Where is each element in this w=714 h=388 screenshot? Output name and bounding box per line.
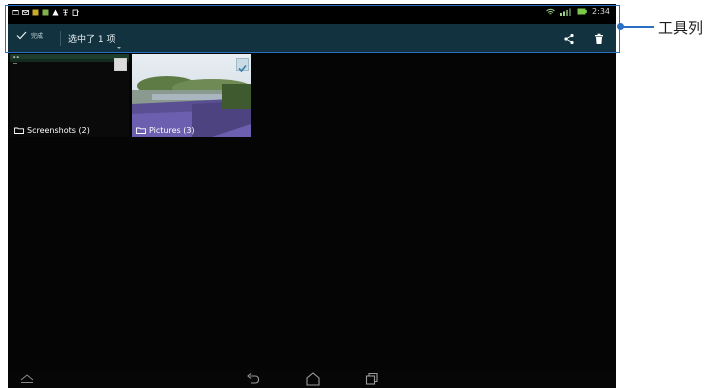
screenshots-thumbnail: ▪ ▪ (10, 54, 129, 137)
home-icon[interactable] (305, 372, 321, 386)
navigation-bar (8, 370, 616, 388)
checkmark-icon (238, 64, 247, 73)
album-checkbox[interactable] (114, 58, 127, 71)
up-arrow-icon[interactable] (20, 372, 34, 384)
callout-line (620, 26, 654, 28)
toolbar-callout-frame (5, 5, 620, 53)
tablet-screen: 2:34 完成 选中了 1 项 ▪ ▪ Screenshots (2) Pict… (8, 4, 616, 388)
album-label: Screenshots (2) (14, 126, 90, 135)
back-icon[interactable] (246, 372, 260, 385)
album-tile-screenshots[interactable]: ▪ ▪ Screenshots (2) (10, 54, 129, 137)
svg-text:▪ ▪: ▪ ▪ (13, 55, 19, 59)
recent-apps-icon[interactable] (365, 372, 379, 385)
folder-icon (14, 127, 24, 134)
album-label: Pictures (3) (136, 126, 195, 135)
album-name: Screenshots (2) (27, 126, 90, 135)
album-checkbox-checked[interactable] (236, 58, 249, 73)
folder-icon (136, 127, 146, 134)
pictures-thumbnail (132, 54, 251, 137)
callout-label: 工具列 (658, 19, 704, 37)
album-tile-pictures[interactable]: Pictures (3) (132, 54, 251, 137)
album-name: Pictures (3) (149, 126, 195, 135)
